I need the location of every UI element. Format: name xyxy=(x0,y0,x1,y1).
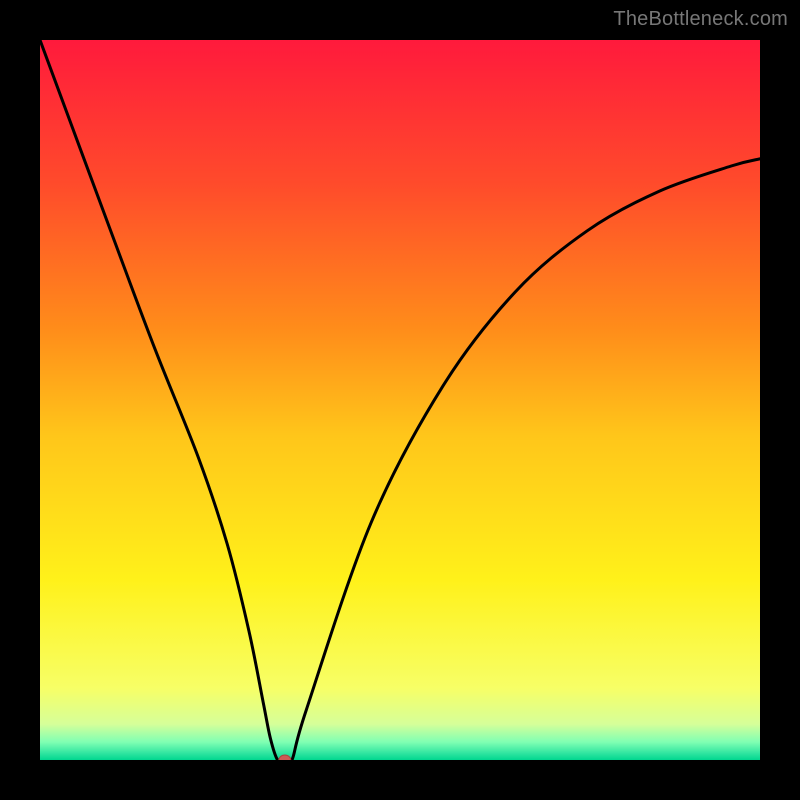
chart-plot xyxy=(40,40,760,760)
watermark-label: TheBottleneck.com xyxy=(613,8,788,31)
chart-background xyxy=(40,40,760,760)
chart-container: TheBottleneck.com xyxy=(0,0,800,800)
